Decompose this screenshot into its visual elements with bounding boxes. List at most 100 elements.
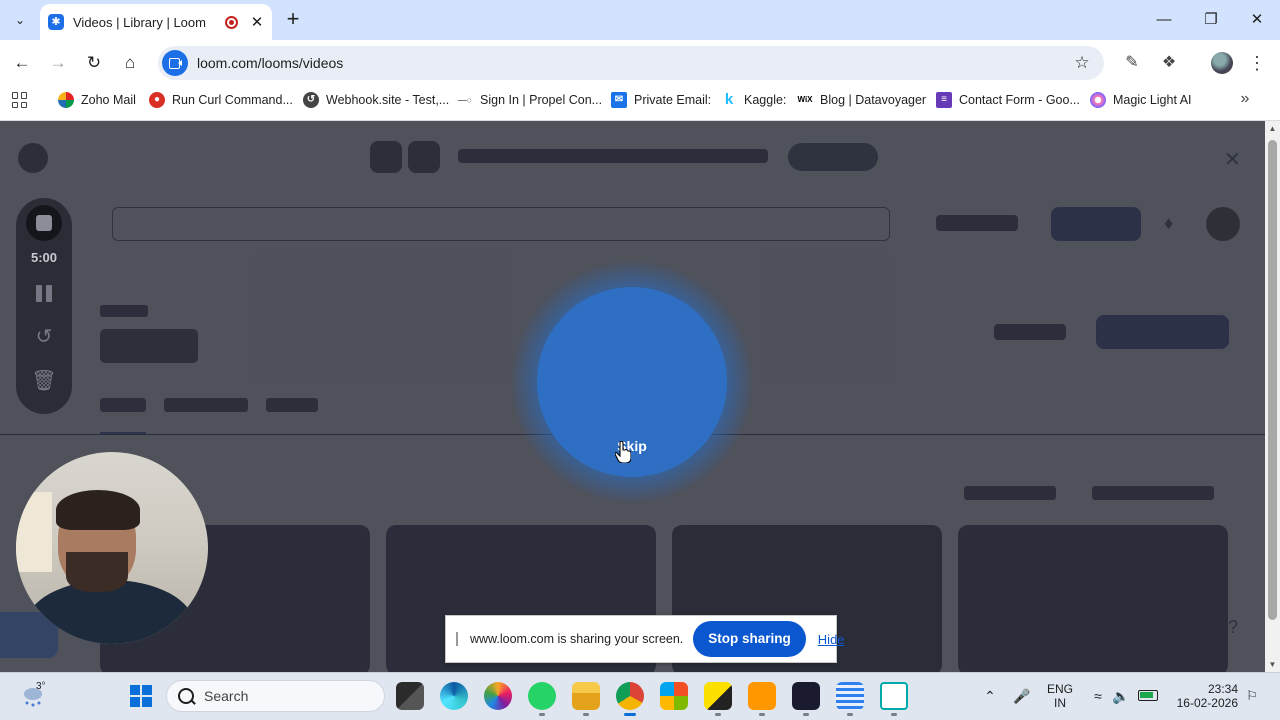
screen-sharing-bar: www.loom.com is sharing your screen. Sto… — [445, 615, 845, 663]
camera-person-beard — [66, 552, 128, 592]
whatsapp-icon[interactable] — [528, 682, 556, 710]
bookmark-label: Contact Form - Goo... — [959, 93, 1080, 107]
webhook-icon: ↺ — [303, 92, 319, 108]
task-view-icon[interactable] — [396, 682, 424, 710]
bookmark-propel[interactable]: —○ Sign In | Propel Con... — [457, 91, 602, 109]
bookmark-contact-form[interactable]: ≡ Contact Form - Goo... — [936, 91, 1080, 109]
bookmark-label: Kaggle: — [744, 93, 787, 107]
hide-sharing-bar-link[interactable]: Hide — [818, 632, 845, 647]
bookmark-zoho-mail[interactable]: Zoho Mail — [58, 91, 136, 109]
chrome-icon[interactable] — [616, 682, 644, 710]
curl-icon: ● — [149, 92, 165, 108]
camera-person-hair — [56, 490, 140, 530]
extension-loom-icon[interactable]: ✎ — [1120, 51, 1144, 75]
forms-icon: ≡ — [936, 92, 952, 108]
recording-timer: 5:00 — [30, 250, 58, 265]
snipping-tool-icon[interactable] — [880, 682, 908, 710]
browser-tab[interactable]: ✱ Videos | Library | Loom ✕ — [40, 4, 272, 40]
show-hidden-icons-chevron-icon[interactable]: ⌃ — [980, 684, 1000, 708]
language-code: ENG — [1046, 682, 1073, 696]
scroll-up-arrow-icon[interactable]: ▲ — [1266, 124, 1279, 133]
camera-bubble[interactable] — [16, 452, 208, 644]
running-indicator — [715, 713, 721, 716]
taskbar-search-placeholder: Search — [204, 688, 249, 704]
close-window-icon[interactable]: ✕ — [1242, 8, 1272, 32]
propel-icon: —○ — [457, 95, 473, 105]
taskbar-search-box[interactable]: Search — [166, 680, 385, 712]
windows-start-icon[interactable] — [130, 685, 152, 707]
wix-icon: WiX — [797, 95, 813, 104]
back-arrow-icon[interactable]: ← — [10, 51, 34, 75]
kaggle-icon: k — [724, 91, 734, 108]
bookmark-run-curl[interactable]: ● Run Curl Command... — [149, 91, 293, 109]
email-icon: ✉ — [611, 92, 627, 108]
extensions-puzzle-icon[interactable]: ❖ — [1157, 51, 1181, 75]
stop-sharing-button[interactable]: Stop sharing — [693, 621, 806, 657]
battery-icon[interactable] — [1138, 690, 1158, 701]
running-indicator — [847, 713, 853, 716]
active-indicator — [624, 713, 636, 716]
skip-countdown-button[interactable]: Skip — [600, 438, 664, 454]
delete-trash-icon[interactable]: 🗑 — [30, 368, 58, 394]
bookmark-label: Webhook.site - Test,... — [326, 93, 450, 107]
bookmark-private-email[interactable]: ✉ Private Email: — [611, 91, 711, 109]
notepad-icon[interactable] — [836, 682, 864, 710]
running-indicator — [539, 713, 545, 716]
more-bookmarks-chevron-icon[interactable]: » — [1236, 90, 1254, 108]
microphone-icon[interactable]: 🎤 — [1012, 684, 1032, 708]
reload-icon[interactable]: ↻ — [82, 51, 106, 75]
running-indicator — [803, 713, 809, 716]
restore-icon[interactable]: ❐ — [1196, 8, 1226, 32]
edge-browser-icon[interactable] — [440, 682, 468, 710]
bookmark-blog-datavoyager[interactable]: WiX Blog | Datavoyager — [797, 91, 926, 109]
wifi-icon[interactable]: ≈ — [1088, 684, 1108, 708]
browser-menu-icon[interactable]: ⋮ — [1245, 51, 1269, 75]
audio-editor-icon[interactable] — [792, 682, 820, 710]
url-text[interactable]: loom.com/looms/videos — [197, 55, 1070, 71]
stop-square-icon — [36, 215, 52, 231]
zoho-icon — [58, 92, 74, 108]
close-tab-icon[interactable]: ✕ — [250, 13, 264, 31]
apps-grid-icon[interactable] — [12, 92, 28, 108]
magic-light-icon — [1090, 92, 1106, 108]
bookmark-label: Blog | Datavoyager — [820, 93, 927, 107]
volume-icon[interactable]: 🔈 — [1110, 684, 1132, 708]
scrollbar-thumb[interactable] — [1268, 140, 1277, 620]
hand-cursor-icon — [615, 441, 631, 463]
bookmark-label: Sign In | Propel Con... — [480, 93, 603, 107]
region-code: IN — [1054, 696, 1066, 710]
sharing-message: www.loom.com is sharing your screen. — [470, 632, 684, 646]
tab-search-chevron-icon[interactable]: ⌄ — [8, 8, 32, 32]
search-icon — [178, 688, 194, 704]
minimize-icon[interactable]: — — [1149, 8, 1179, 32]
input-language-indicator[interactable]: ENG IN — [1044, 682, 1076, 710]
site-info-loom-icon[interactable] — [162, 50, 188, 76]
profile-avatar[interactable] — [1211, 52, 1233, 74]
camera-background — [16, 492, 52, 572]
pause-icon[interactable] — [36, 285, 52, 302]
system-clock[interactable]: 23:34 16-02-2026 — [1168, 682, 1238, 710]
stop-recording-button[interactable] — [26, 205, 62, 241]
file-explorer-icon[interactable] — [572, 682, 600, 710]
bookmark-kaggle[interactable]: k Kaggle: — [721, 91, 787, 109]
bookmark-webhook-site[interactable]: ↺ Webhook.site - Test,... — [303, 91, 449, 109]
clock-time: 23:34 — [1207, 682, 1238, 696]
copilot-icon[interactable] — [484, 682, 512, 710]
home-icon[interactable]: ⌂ — [118, 51, 142, 75]
recording-indicator-icon — [225, 15, 238, 29]
drag-handle-icon[interactable] — [456, 632, 458, 646]
bookmark-star-icon[interactable]: ☆ — [1070, 53, 1094, 73]
sticky-notes-icon[interactable] — [704, 682, 732, 710]
microsoft-store-icon[interactable] — [660, 682, 688, 710]
new-tab-plus-icon[interactable]: + — [282, 8, 304, 32]
bookmark-magic-light[interactable]: Magic Light AI — [1090, 91, 1192, 109]
restart-icon[interactable]: ↺ — [30, 324, 58, 350]
running-indicator — [891, 713, 897, 716]
sublime-text-icon[interactable] — [748, 682, 776, 710]
scroll-down-arrow-icon[interactable]: ▼ — [1266, 660, 1279, 669]
forward-arrow-icon[interactable]: → — [46, 51, 70, 75]
notifications-icon[interactable]: ⚐ — [1242, 684, 1262, 708]
tab-title: Videos | Library | Loom — [73, 14, 206, 30]
address-bar[interactable]: loom.com/looms/videos ☆ — [158, 46, 1104, 80]
clock-date: 16-02-2026 — [1176, 696, 1238, 710]
